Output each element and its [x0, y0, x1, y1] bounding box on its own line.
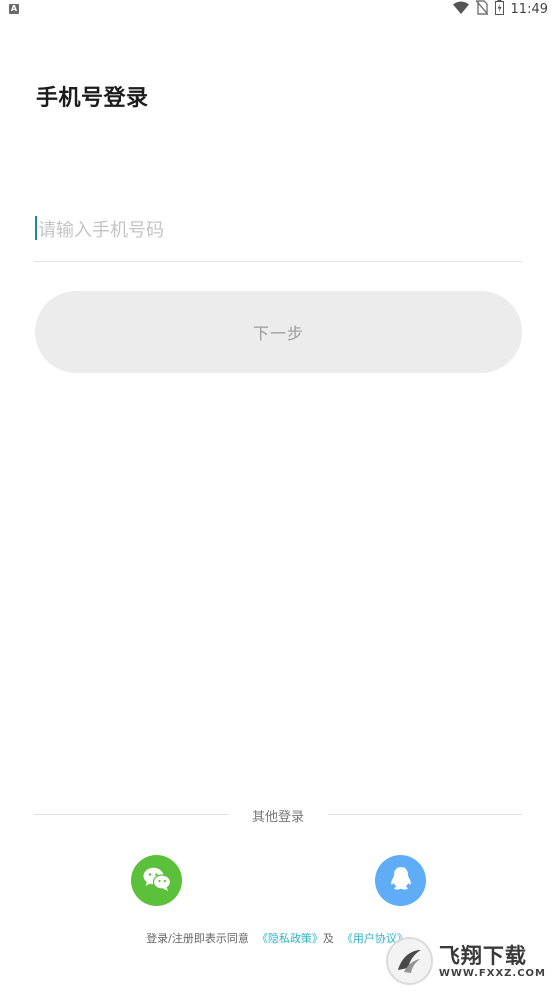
status-time: 11:49	[510, 1, 548, 17]
divider-right	[328, 814, 522, 815]
agreement-conjunction: 及	[322, 932, 334, 945]
battery-charging-icon	[494, 0, 504, 19]
no-sim-icon	[474, 0, 489, 19]
next-step-button[interactable]: 下一步	[35, 291, 522, 373]
status-bar: A 11:49	[0, 0, 554, 20]
qq-icon	[390, 866, 412, 896]
divider-left	[34, 814, 229, 815]
page-title: 手机号登录	[36, 86, 149, 111]
watermark-logo-icon	[386, 937, 433, 985]
wifi-icon	[452, 1, 469, 18]
app-notification-icon: A	[9, 4, 19, 14]
input-underline	[34, 261, 522, 262]
wechat-login-button[interactable]	[131, 855, 182, 906]
other-login-label: 其他登录	[251, 810, 304, 825]
qq-login-button[interactable]	[375, 855, 426, 906]
watermark: 飞翔下载 WWW.FXXZ.COM	[386, 935, 546, 987]
status-bar-right: 11:49	[452, 0, 548, 19]
agreement-prefix: 登录/注册即表示同意	[146, 932, 249, 945]
wechat-icon	[142, 866, 172, 896]
privacy-policy-link[interactable]: 《隐私政策》	[257, 932, 323, 945]
text-cursor	[35, 216, 37, 240]
watermark-brand: 飞翔下载	[438, 943, 527, 968]
watermark-text: 飞翔下载 WWW.FXXZ.COM	[439, 944, 546, 979]
watermark-url: WWW.FXXZ.COM	[438, 967, 546, 979]
phone-number-input[interactable]	[36, 212, 524, 248]
